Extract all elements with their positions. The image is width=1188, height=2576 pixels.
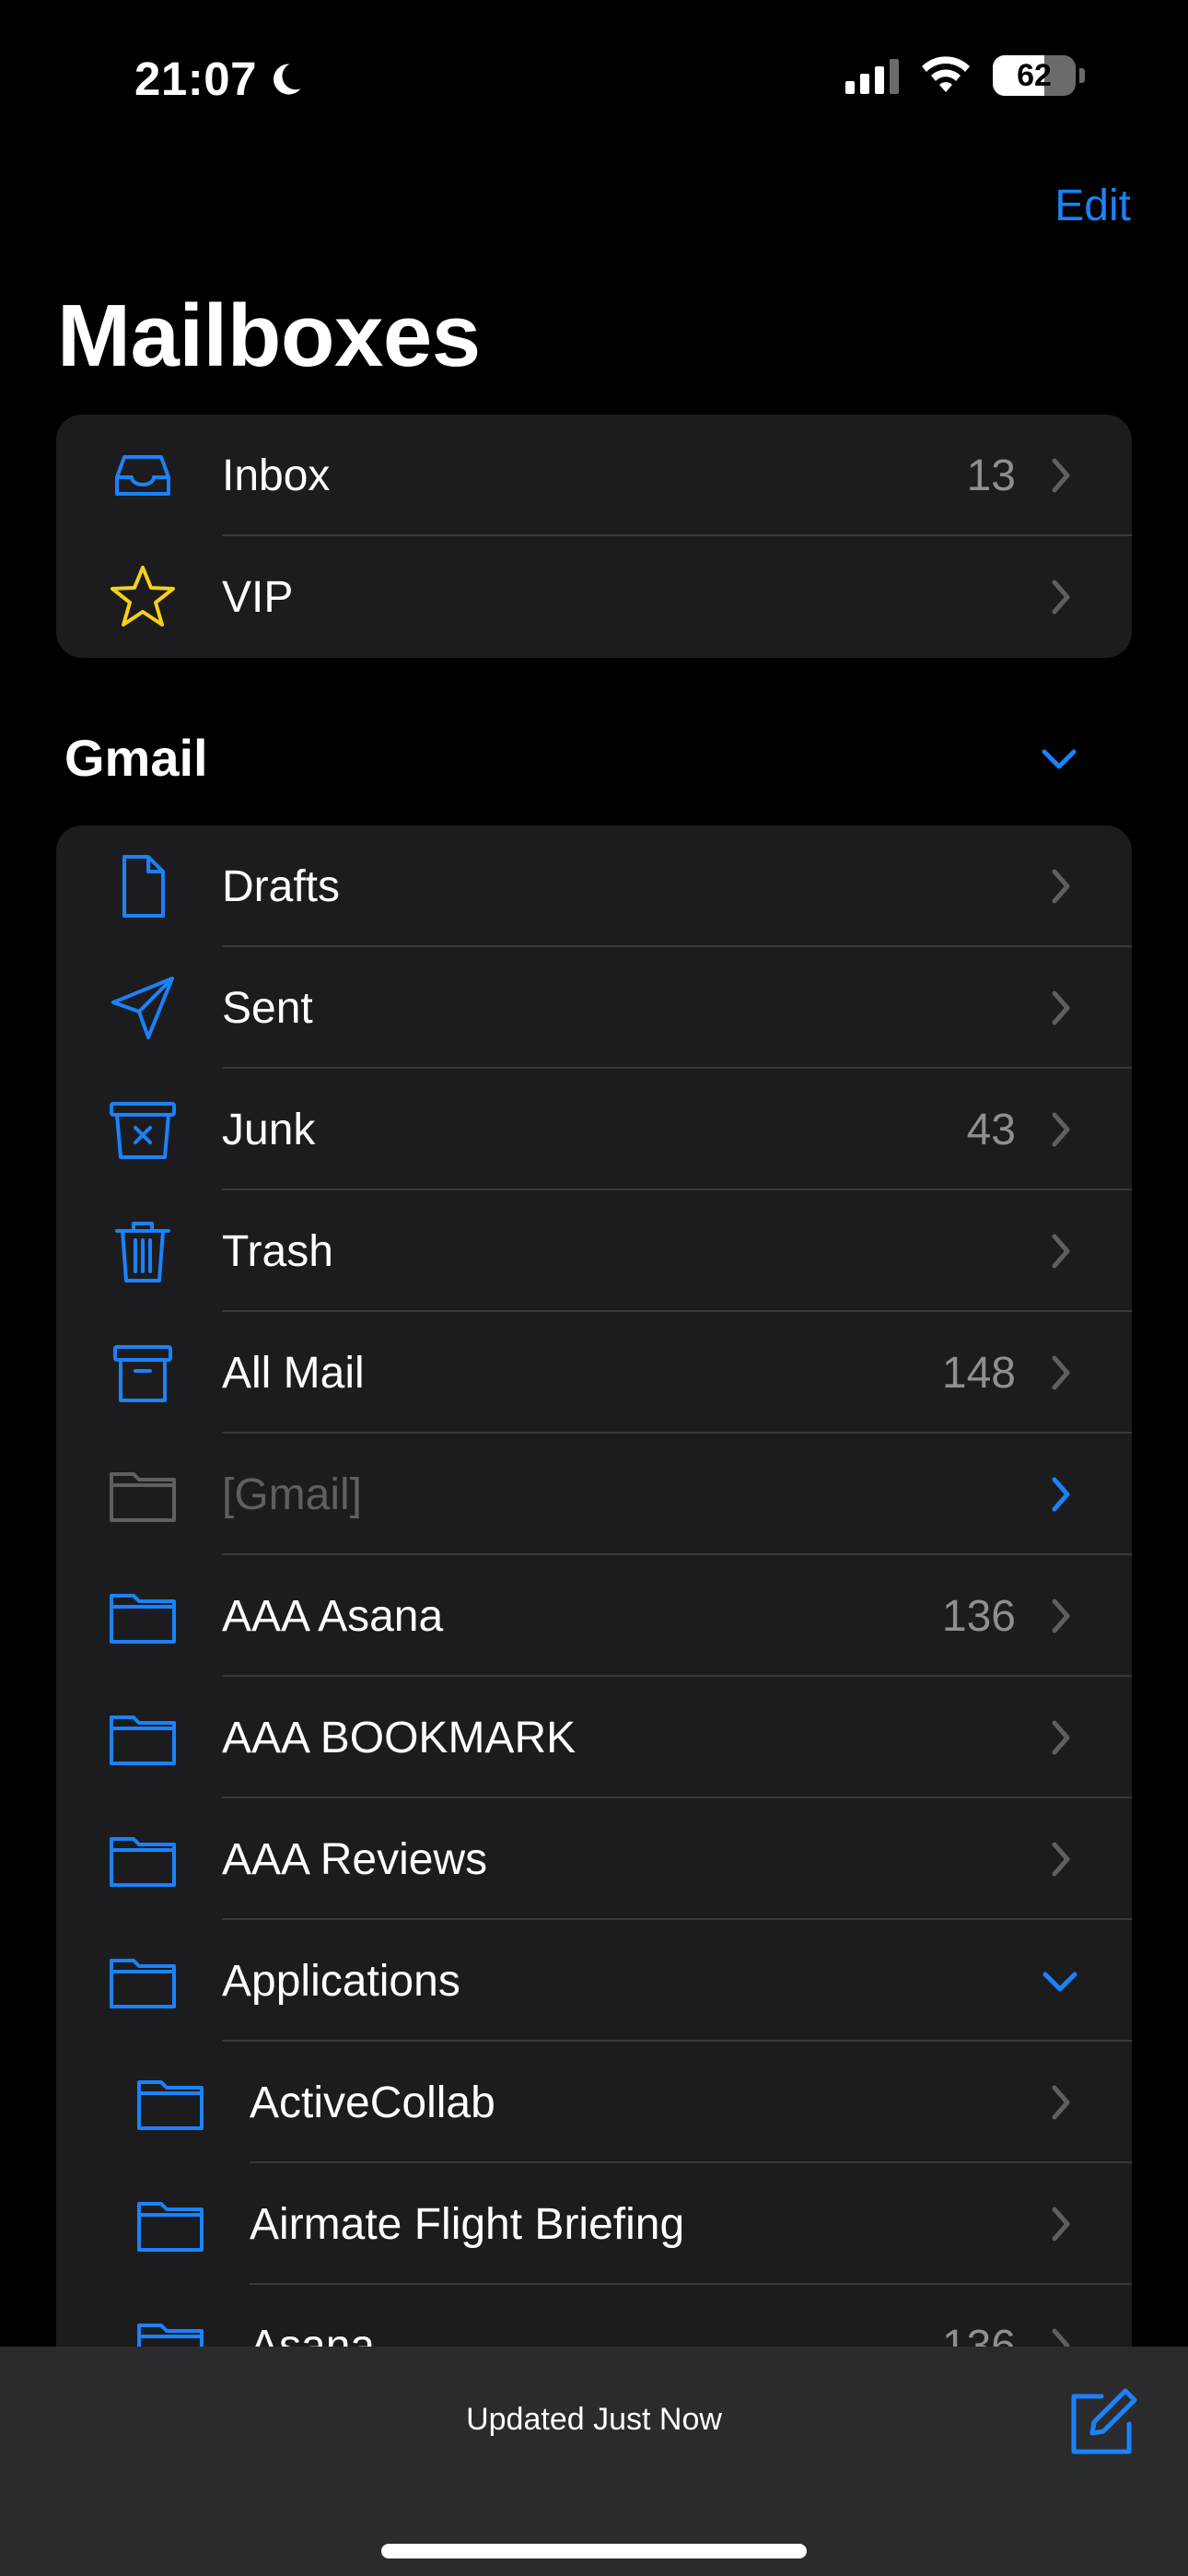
chevron-right-icon (1052, 1234, 1070, 1269)
chevron-right-icon (1052, 580, 1070, 615)
folder-icon (106, 1701, 180, 1774)
mailbox-row-trash[interactable]: Trash (56, 1190, 1132, 1312)
home-indicator[interactable] (381, 2544, 807, 2558)
compose-icon[interactable] (1065, 2385, 1140, 2461)
paperplane-icon (106, 971, 180, 1045)
mailbox-row-activecollab[interactable]: ActiveCollab (56, 2042, 1132, 2163)
chevron-right-icon (1052, 2207, 1070, 2242)
mailbox-row-aaa-reviews[interactable]: AAA Reviews (56, 1798, 1132, 1920)
mailbox-row-gmail-folder[interactable]: [Gmail] (56, 1434, 1132, 1555)
mailbox-row-junk[interactable]: Junk 43 (56, 1069, 1132, 1190)
status-time: 21:07 (134, 52, 305, 106)
mailbox-row-aaa-asana[interactable]: AAA Asana 136 (56, 1555, 1132, 1677)
mailbox-row-sent[interactable]: Sent (56, 947, 1132, 1069)
mail-mailboxes-screen: 21:07 62 Edit Mailboxes Inbox 13 VIP Gma… (0, 0, 1188, 2576)
chevron-down-icon[interactable] (1039, 744, 1079, 772)
battery-cap (1079, 68, 1085, 83)
chevron-right-icon (1052, 869, 1070, 904)
folder-icon (106, 1944, 180, 2018)
unread-count: 13 (966, 451, 1016, 500)
gmail-mailboxes-group: Drafts Sent Junk 43 Trash All Mail 148 [… (56, 825, 1132, 2447)
moon-icon (273, 63, 301, 94)
mailbox-row-applications[interactable]: Applications (56, 1920, 1132, 2042)
star-icon (106, 560, 180, 634)
chevron-right-icon (1052, 1598, 1070, 1633)
bottom-toolbar: Updated Just Now (0, 2347, 1188, 2576)
wifi-icon (922, 56, 970, 92)
chevron-right-icon (1052, 1477, 1070, 1512)
folder-icon (106, 1822, 180, 1896)
status-bar: 21:07 62 (0, 0, 1188, 157)
mailbox-row-vip[interactable]: VIP (56, 536, 1132, 658)
chevron-right-icon (1052, 458, 1070, 493)
chevron-right-icon (1052, 1112, 1070, 1147)
favorites-group: Inbox 13 VIP (56, 415, 1132, 658)
edit-button[interactable]: Edit (1054, 181, 1131, 231)
battery-icon: 62 (993, 55, 1076, 96)
page-title: Mailboxes (57, 287, 481, 385)
document-icon (106, 849, 180, 923)
account-section-header: Gmail (64, 729, 208, 787)
inbox-icon (106, 439, 180, 512)
mailbox-row-inbox[interactable]: Inbox 13 (56, 415, 1132, 536)
unread-count: 136 (941, 1591, 1016, 1641)
trash-icon (106, 1214, 180, 1288)
mailbox-row-all-mail[interactable]: All Mail 148 (56, 1312, 1132, 1434)
archive-box-icon (106, 1336, 180, 1410)
folder-icon (134, 2187, 207, 2261)
folder-icon (134, 2066, 207, 2139)
mailbox-row-drafts[interactable]: Drafts (56, 825, 1132, 947)
folder-icon (106, 1579, 180, 1653)
chevron-right-icon (1052, 1720, 1070, 1755)
cellular-signal-icon (845, 57, 899, 94)
chevron-right-icon (1052, 1355, 1070, 1390)
unread-count: 43 (966, 1105, 1016, 1154)
sync-status-text: Updated Just Now (466, 2402, 722, 2437)
mailbox-row-aaa-bookmark[interactable]: AAA BOOKMARK (56, 1677, 1132, 1798)
chevron-right-icon (1052, 1842, 1070, 1877)
chevron-right-icon (1052, 990, 1070, 1025)
junk-bin-icon (106, 1093, 180, 1166)
status-icons: 62 (845, 55, 1085, 96)
unread-count: 148 (941, 1348, 1016, 1398)
chevron-right-icon (1052, 2085, 1070, 2120)
chevron-down-icon[interactable] (1040, 1967, 1080, 1995)
mailbox-row-airmate-flight-briefing[interactable]: Airmate Flight Briefing (56, 2163, 1132, 2285)
folder-icon (106, 1458, 180, 1531)
